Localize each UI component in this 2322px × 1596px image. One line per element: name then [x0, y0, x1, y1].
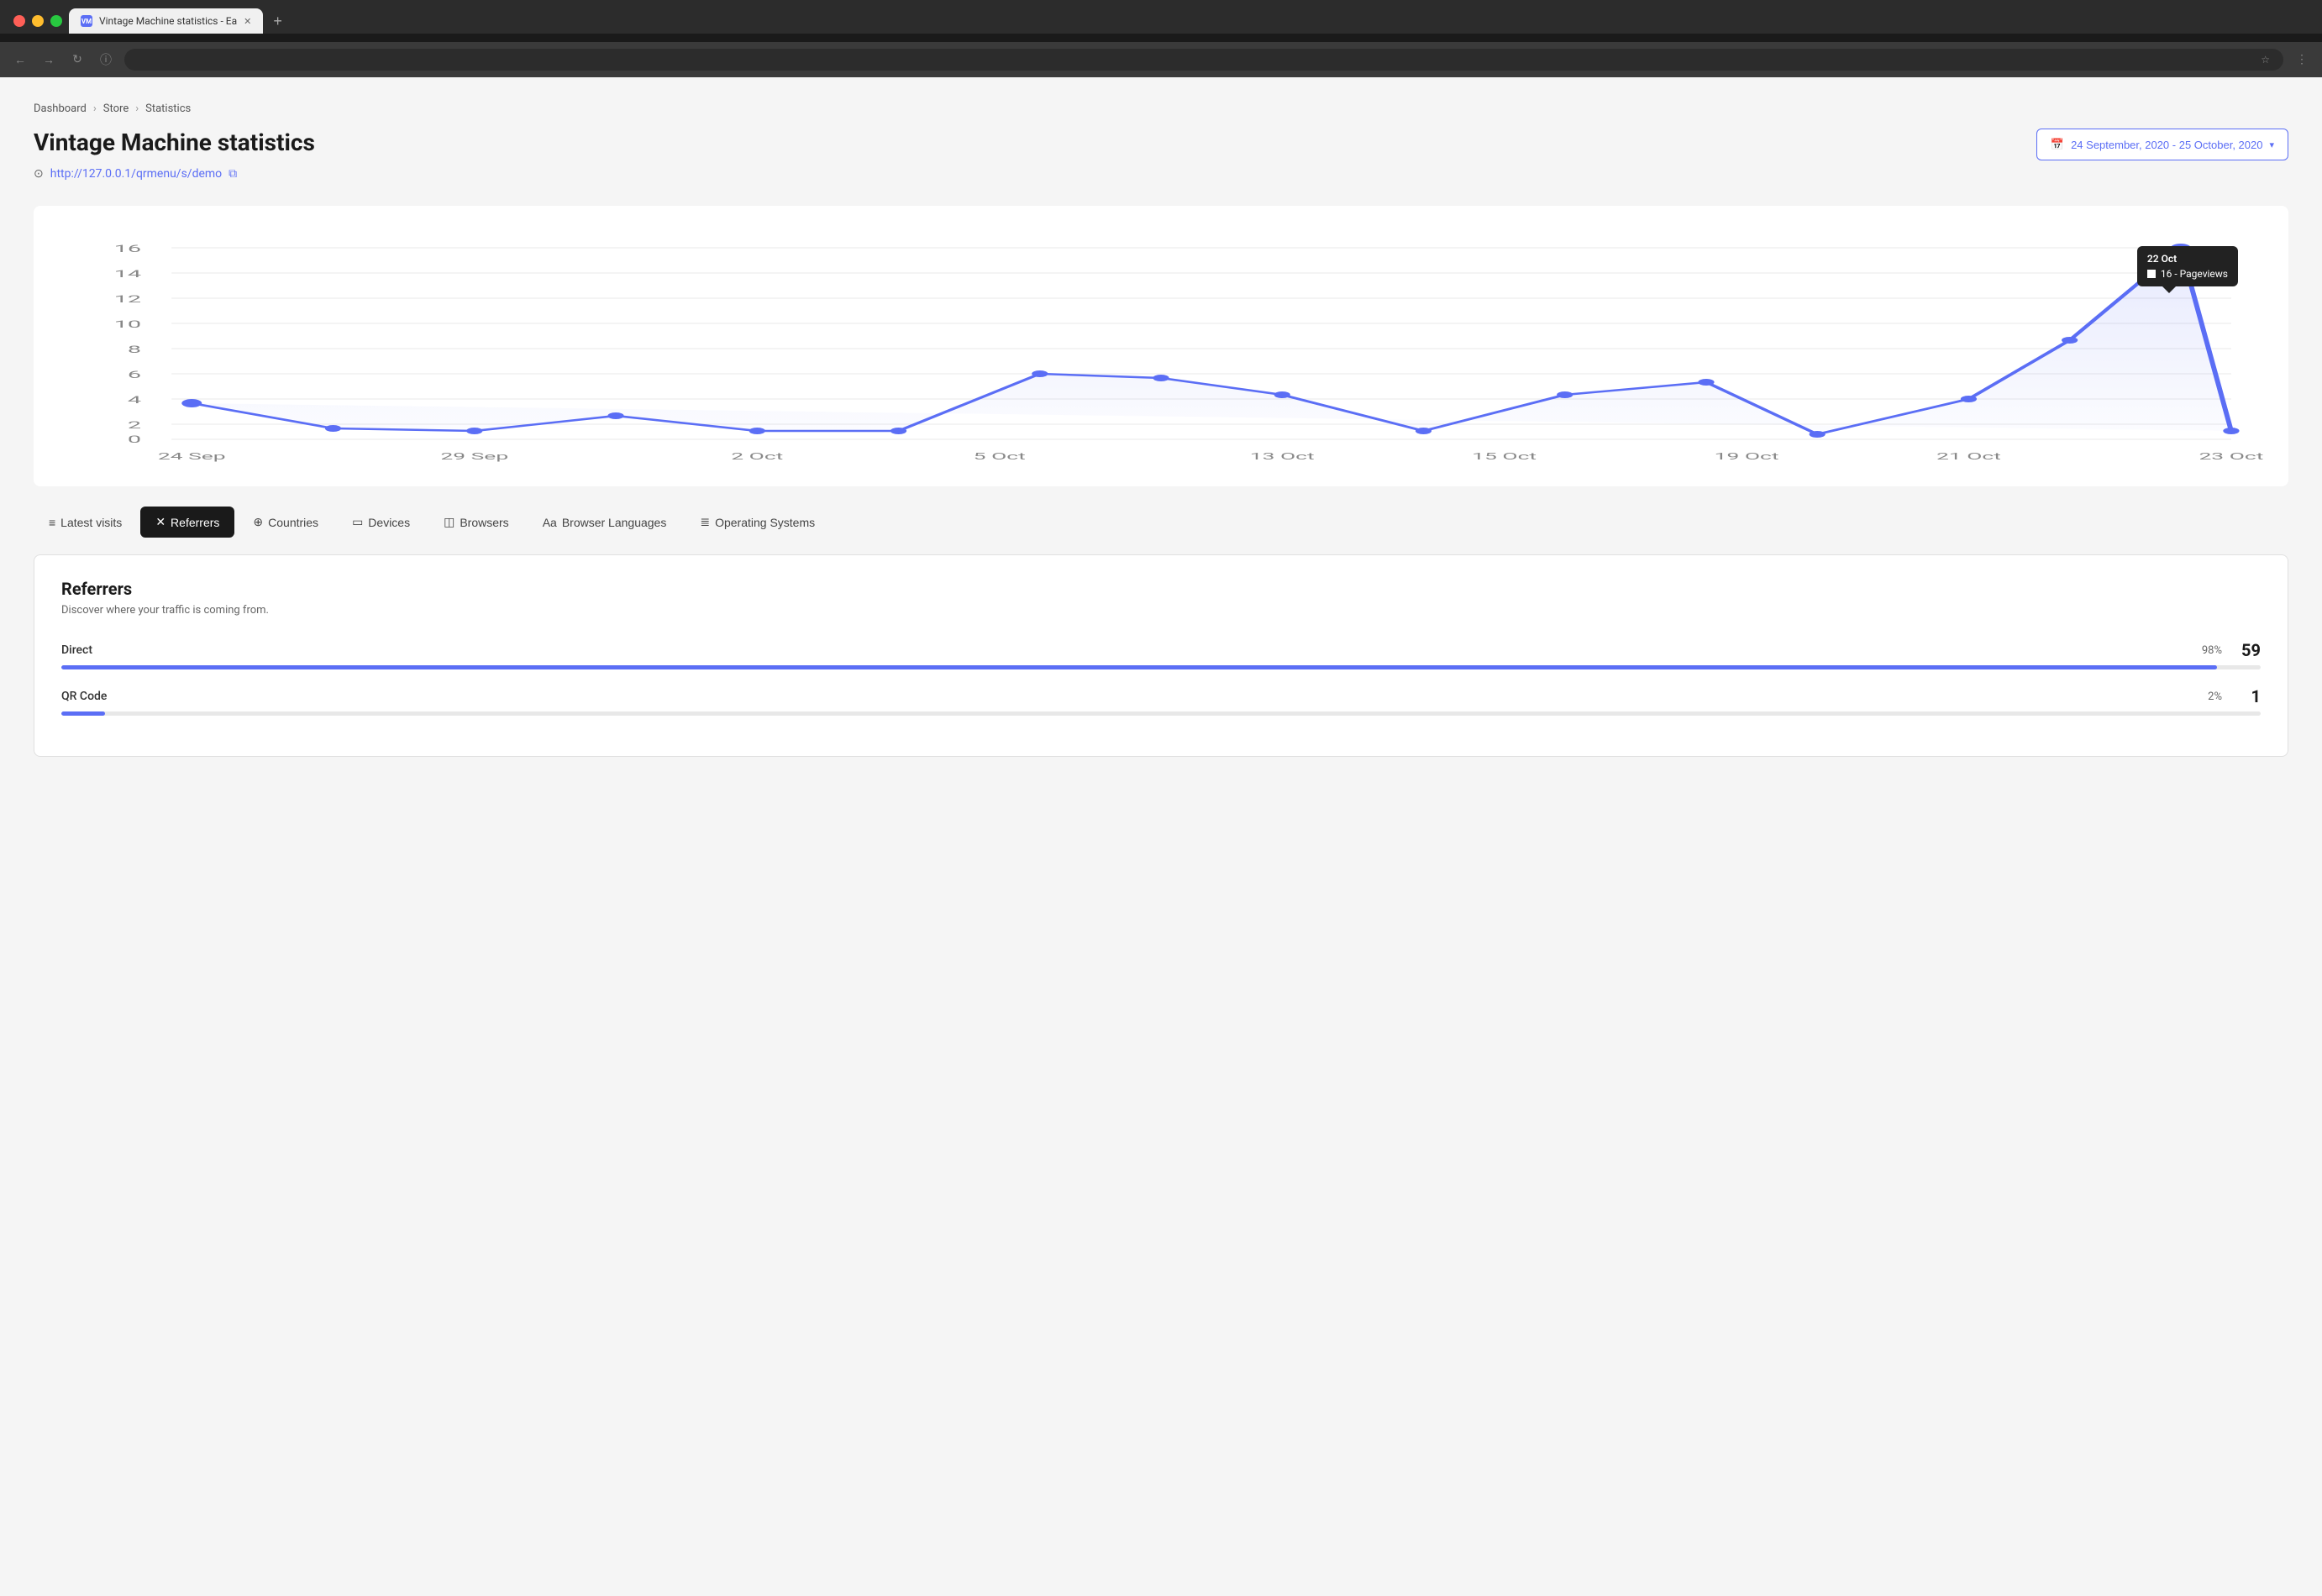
- svg-text:23 Oct: 23 Oct: [2199, 451, 2263, 462]
- svg-text:16: 16: [114, 244, 141, 255]
- tab-latest-visits-label: Latest visits: [60, 516, 122, 529]
- svg-text:24 Sep: 24 Sep: [158, 451, 226, 462]
- operating-systems-icon: ≣: [700, 515, 710, 529]
- svg-text:4: 4: [128, 395, 141, 407]
- referrers-subtitle: Discover where your traffic is coming fr…: [61, 604, 2261, 617]
- svg-text:13 Oct: 13 Oct: [1250, 451, 1315, 462]
- referrer-direct-count: 59: [2235, 640, 2261, 660]
- referrer-direct-name: Direct: [61, 643, 92, 657]
- svg-text:12: 12: [114, 294, 141, 306]
- tab-browser-languages-label: Browser Languages: [562, 516, 667, 529]
- store-link-row: ⊙ http://127.0.0.1/qrmenu/s/demo ⧉: [34, 167, 2288, 181]
- close-button[interactable]: [13, 15, 25, 27]
- browser-chrome: VM Vintage Machine statistics - Ea ✕ +: [0, 0, 2322, 34]
- svg-text:6: 6: [128, 370, 141, 381]
- active-tab[interactable]: VM Vintage Machine statistics - Ea ✕: [69, 8, 263, 34]
- svg-text:2 Oct: 2 Oct: [731, 451, 783, 462]
- svg-text:10: 10: [114, 319, 141, 331]
- tab-browser-languages[interactable]: Aa Browser Languages: [528, 507, 682, 538]
- chevron-down-icon: ▾: [2269, 139, 2274, 150]
- tab-devices[interactable]: ▭ Devices: [337, 507, 425, 538]
- browser-titlebar: VM Vintage Machine statistics - Ea ✕ +: [13, 8, 2309, 34]
- breadcrumb-dashboard[interactable]: Dashboard: [34, 102, 87, 115]
- referrer-qrcode-progress-fill: [61, 711, 105, 716]
- bookmark-icon[interactable]: ☆: [2261, 54, 2270, 66]
- referrers-card: Referrers Discover where your traffic is…: [34, 554, 2288, 757]
- tab-operating-systems-label: Operating Systems: [715, 516, 815, 529]
- referrer-direct-header: Direct 98% 59: [61, 640, 2261, 660]
- browser-toolbar: ← → ↻ ⓘ ☆ ⋮: [0, 42, 2322, 77]
- tab-countries-label: Countries: [268, 516, 318, 529]
- tab-operating-systems[interactable]: ≣ Operating Systems: [685, 507, 830, 538]
- forward-button[interactable]: →: [39, 53, 59, 67]
- fullscreen-button[interactable]: [50, 15, 62, 27]
- stats-tabs: ≡ Latest visits ✕ Referrers ⊕ Countries …: [34, 507, 2288, 538]
- pageviews-chart: 16 14 12 10 8 6 4 2 0: [50, 231, 2272, 466]
- latest-visits-icon: ≡: [49, 516, 55, 529]
- svg-text:5 Oct: 5 Oct: [974, 451, 1026, 462]
- svg-text:2: 2: [128, 420, 141, 432]
- referrer-direct-right: 98% 59: [2202, 640, 2261, 660]
- svg-text:0: 0: [128, 434, 141, 446]
- referrer-row-direct: Direct 98% 59: [61, 640, 2261, 669]
- svg-text:15 Oct: 15 Oct: [1472, 451, 1537, 462]
- countries-icon: ⊕: [253, 515, 263, 529]
- svg-text:8: 8: [128, 344, 141, 356]
- menu-button[interactable]: ⋮: [2292, 53, 2312, 66]
- browsers-icon: ◫: [444, 515, 454, 529]
- page-header: Vintage Machine statistics 📅 24 Septembe…: [34, 129, 2288, 160]
- referrer-qrcode-header: QR Code 2% 1: [61, 686, 2261, 706]
- breadcrumb: Dashboard › Store › Statistics: [34, 102, 2288, 115]
- breadcrumb-sep-1: ›: [93, 102, 97, 115]
- chart-container: 16 14 12 10 8 6 4 2 0: [34, 206, 2288, 486]
- referrer-row-qrcode: QR Code 2% 1: [61, 686, 2261, 716]
- tab-referrers[interactable]: ✕ Referrers: [140, 507, 234, 538]
- browser-languages-icon: Aa: [543, 516, 557, 529]
- tab-referrers-label: Referrers: [171, 516, 219, 529]
- info-button[interactable]: ⓘ: [96, 51, 116, 68]
- referrer-qrcode-right: 2% 1: [2208, 686, 2261, 706]
- address-bar[interactable]: ☆: [124, 49, 2283, 71]
- tab-browsers-label: Browsers: [460, 516, 508, 529]
- referrer-qrcode-count: 1: [2235, 686, 2261, 706]
- referrer-direct-pct: 98%: [2202, 644, 2222, 657]
- tab-browsers[interactable]: ◫ Browsers: [428, 507, 524, 538]
- tab-close-icon[interactable]: ✕: [244, 16, 251, 27]
- referrers-icon: ✕: [155, 515, 165, 529]
- referrer-qrcode-pct: 2%: [2208, 690, 2222, 703]
- referrers-title: Referrers: [61, 579, 2261, 599]
- browser-tabs: VM Vintage Machine statistics - Ea ✕ +: [69, 8, 291, 34]
- referrer-direct-progress-bg: [61, 665, 2261, 669]
- referrer-qrcode-progress-bg: [61, 711, 2261, 716]
- tab-title: Vintage Machine statistics - Ea: [99, 15, 237, 27]
- tab-latest-visits[interactable]: ≡ Latest visits: [34, 507, 137, 538]
- store-url-link[interactable]: http://127.0.0.1/qrmenu/s/demo: [50, 167, 222, 181]
- devices-icon: ▭: [352, 515, 363, 529]
- minimize-button[interactable]: [32, 15, 44, 27]
- svg-text:14: 14: [114, 269, 141, 281]
- date-range-label: 24 September, 2020 - 25 October, 2020: [2071, 139, 2262, 151]
- breadcrumb-statistics: Statistics: [145, 102, 191, 115]
- external-link-icon: ⊙: [34, 167, 44, 181]
- referrer-qrcode-name: QR Code: [61, 690, 107, 703]
- new-tab-button[interactable]: +: [265, 9, 291, 34]
- svg-text:21 Oct: 21 Oct: [1936, 451, 2001, 462]
- calendar-icon: 📅: [2051, 138, 2064, 151]
- referrer-direct-progress-fill: [61, 665, 2217, 669]
- svg-text:29 Sep: 29 Sep: [440, 451, 508, 462]
- tab-devices-label: Devices: [368, 516, 410, 529]
- page-content: Dashboard › Store › Statistics Vintage M…: [0, 77, 2322, 1596]
- back-button[interactable]: ←: [10, 53, 30, 67]
- reload-button[interactable]: ↻: [67, 53, 87, 66]
- svg-text:19 Oct: 19 Oct: [1715, 451, 1779, 462]
- date-picker-button[interactable]: 📅 24 September, 2020 - 25 October, 2020 …: [2036, 129, 2288, 160]
- breadcrumb-sep-2: ›: [135, 102, 139, 115]
- copy-icon[interactable]: ⧉: [229, 167, 237, 181]
- tab-favicon: VM: [81, 15, 92, 27]
- page-title: Vintage Machine statistics: [34, 129, 315, 156]
- breadcrumb-store[interactable]: Store: [103, 102, 129, 115]
- tab-countries[interactable]: ⊕ Countries: [238, 507, 334, 538]
